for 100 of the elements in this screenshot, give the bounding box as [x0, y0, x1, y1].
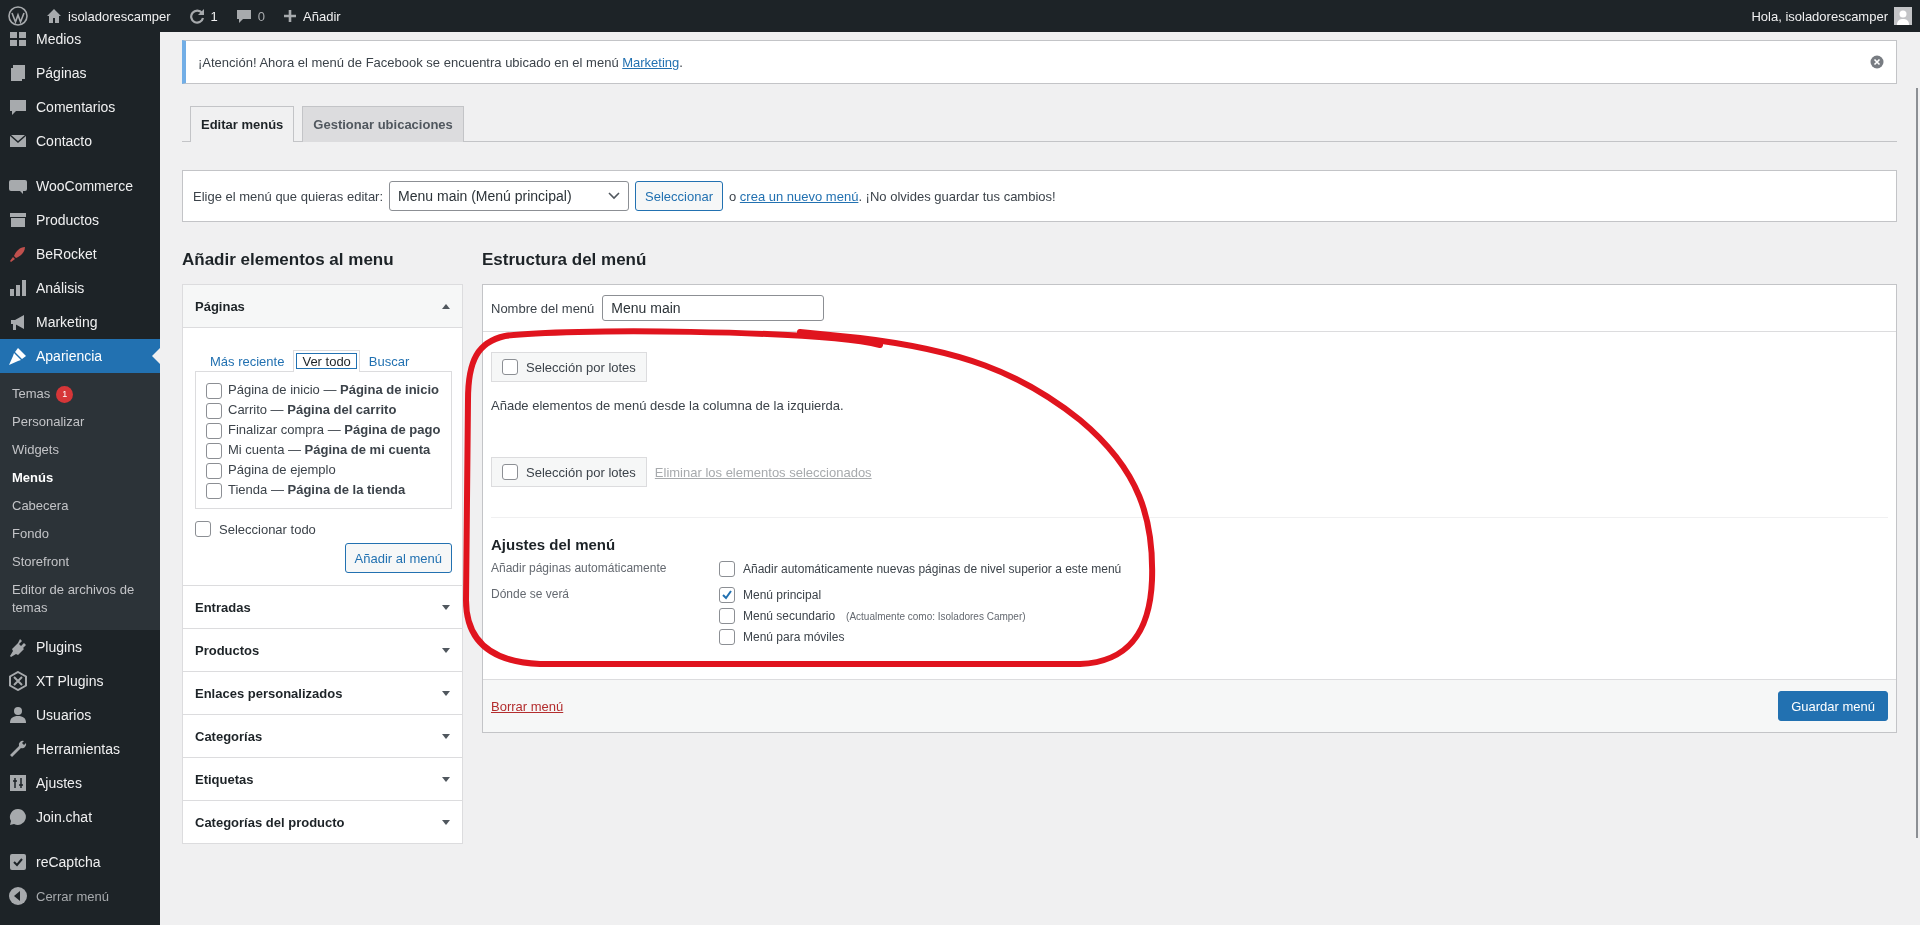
- sidebar-item[interactable]: reCaptcha: [0, 845, 160, 879]
- checkbox[interactable]: [502, 359, 518, 375]
- save-menu-button[interactable]: Guardar menú: [1778, 691, 1888, 721]
- refresh-icon: [188, 8, 205, 24]
- sidebar-item[interactable]: Comentarios: [0, 90, 160, 124]
- checkbox[interactable]: [719, 587, 735, 603]
- pages-icon: [8, 63, 28, 83]
- checkbox[interactable]: [206, 462, 222, 479]
- rocket-icon: [8, 244, 28, 264]
- checkbox[interactable]: [206, 382, 222, 399]
- sidebar-item[interactable]: BeRocket: [0, 237, 160, 271]
- sidebar-item[interactable]: Usuarios: [0, 698, 160, 732]
- accordion-header[interactable]: Productos: [183, 628, 462, 671]
- scrollbar[interactable]: [1916, 88, 1918, 838]
- sidebar-item[interactable]: Medios: [0, 32, 160, 56]
- greeting[interactable]: Hola, isoladorescamper: [1751, 8, 1888, 24]
- sidebar-item[interactable]: WooCommerce: [0, 169, 160, 203]
- select-button[interactable]: Seleccionar: [635, 181, 723, 211]
- checkbox[interactable]: [195, 521, 211, 537]
- sliders-icon: [8, 773, 28, 793]
- submenu-item[interactable]: Temas 1: [0, 380, 160, 408]
- hexagon-icon: [8, 671, 28, 691]
- bulk-select-control[interactable]: Selección por lotes: [491, 457, 647, 487]
- sidebar-item[interactable]: Herramientas: [0, 732, 160, 766]
- accordion-header[interactable]: Páginas: [183, 285, 462, 328]
- panel-tab[interactable]: Ver todo: [293, 350, 360, 372]
- page-label: Página de inicio — Página de inicio: [228, 382, 439, 397]
- checkbox-label: Menú principal: [743, 588, 822, 602]
- updates-count[interactable]: 1: [210, 8, 218, 24]
- caret-up-icon: [442, 303, 450, 309]
- submenu-item[interactable]: Storefront: [0, 548, 160, 576]
- checkbox[interactable]: [719, 561, 735, 577]
- page-label: Página de ejemplo: [228, 462, 336, 477]
- settings-heading: Ajustes del menú: [491, 536, 617, 553]
- wordpress-logo-icon[interactable]: [8, 6, 28, 26]
- checkbox-icon: [8, 852, 28, 872]
- checkbox[interactable]: [206, 482, 222, 499]
- checkbox[interactable]: [206, 442, 222, 459]
- accordion-header[interactable]: Entradas: [183, 585, 462, 628]
- hint-text: Añade elementos de menú desde la columna de la izquierda.: [491, 398, 845, 413]
- sidebar-item[interactable]: Contacto: [0, 124, 160, 158]
- home-icon: [46, 8, 62, 24]
- submenu-item[interactable]: Widgets: [0, 436, 160, 464]
- sidebar-item[interactable]: Apariencia: [0, 339, 160, 373]
- avatar-icon[interactable]: [1894, 7, 1912, 25]
- delete-menu-link[interactable]: Borrar menú: [491, 698, 564, 714]
- sidebar-item[interactable]: Marketing: [0, 305, 160, 339]
- section-heading: Añadir elementos al menu: [182, 250, 395, 270]
- accordion-header[interactable]: Etiquetas: [183, 757, 462, 800]
- create-menu-text: o crea un nuevo menú. ¡No olvides guardar tus cambios!: [729, 188, 1056, 204]
- location-note: (Actualmente como: Isoladores Camper): [846, 610, 1026, 622]
- select-all-label: Seleccionar todo: [219, 521, 316, 537]
- checkbox[interactable]: [206, 402, 222, 419]
- checkbox-label: Menú para móviles: [743, 630, 845, 644]
- submenu-item[interactable]: Personalizar: [0, 408, 160, 436]
- collapse-menu-button[interactable]: Cerrar menú: [0, 879, 160, 913]
- box-icon: [8, 210, 28, 230]
- bar-chart-icon: [8, 278, 28, 298]
- checkbox[interactable]: [502, 464, 518, 480]
- dismiss-icon[interactable]: [1870, 55, 1884, 69]
- user-icon: [8, 705, 28, 725]
- plus-icon: [283, 9, 298, 23]
- submenu-item[interactable]: Editor de archivos de temas: [0, 576, 160, 622]
- sidebar-item[interactable]: Join.chat: [0, 800, 160, 834]
- submenu-item[interactable]: Fondo: [0, 520, 160, 548]
- brush-icon: [8, 346, 28, 366]
- submenu-item[interactable]: Menús: [0, 464, 160, 492]
- checkbox[interactable]: [206, 422, 222, 439]
- sidebar-item[interactable]: Páginas: [0, 56, 160, 90]
- accordion-header[interactable]: Categorías del producto: [183, 800, 462, 843]
- sidebar-item[interactable]: Plugins: [0, 630, 160, 664]
- comment-icon: [8, 97, 28, 117]
- sidebar-item[interactable]: Productos: [0, 203, 160, 237]
- media-icon: [8, 32, 28, 49]
- checkbox[interactable]: [719, 629, 735, 645]
- sidebar-item[interactable]: XT Plugins: [0, 664, 160, 698]
- accordion-header[interactable]: Categorías: [183, 714, 462, 757]
- caret-down-icon: [442, 819, 450, 825]
- checkbox[interactable]: [719, 608, 735, 624]
- menu-name-field[interactable]: Menu main: [602, 295, 825, 321]
- panel-tab[interactable]: Buscar: [359, 350, 419, 372]
- submenu-item[interactable]: Cabecera: [0, 492, 160, 520]
- nav-tab[interactable]: Editar menús: [190, 106, 295, 142]
- bulk-select-control[interactable]: Selección por lotes: [491, 352, 647, 382]
- sidebar-item[interactable]: Análisis: [0, 271, 160, 305]
- accordion-header[interactable]: Enlaces personalizados: [183, 671, 462, 714]
- notification-badge: 1: [56, 385, 74, 403]
- sidebar-item[interactable]: Ajustes: [0, 766, 160, 800]
- page-label: Carrito — Página del carrito: [228, 402, 397, 417]
- menu-select[interactable]: Menu main (Menú principal): [389, 181, 630, 211]
- caret-down-icon: [442, 604, 450, 610]
- collapse-icon: [8, 886, 28, 906]
- new-link[interactable]: Añadir: [303, 8, 341, 24]
- picker-label: Elige el menú que quieras editar:: [193, 188, 384, 204]
- nav-tab[interactable]: Gestionar ubicaciones: [302, 106, 464, 142]
- site-name-link[interactable]: isoladorescamper: [68, 8, 171, 24]
- panel-tab[interactable]: Más reciente: [201, 350, 294, 372]
- page-label: Mi cuenta — Página de mi cuenta: [228, 442, 431, 457]
- add-to-menu-button[interactable]: Añadir al menú: [344, 543, 452, 573]
- comments-count[interactable]: 0: [257, 8, 266, 24]
